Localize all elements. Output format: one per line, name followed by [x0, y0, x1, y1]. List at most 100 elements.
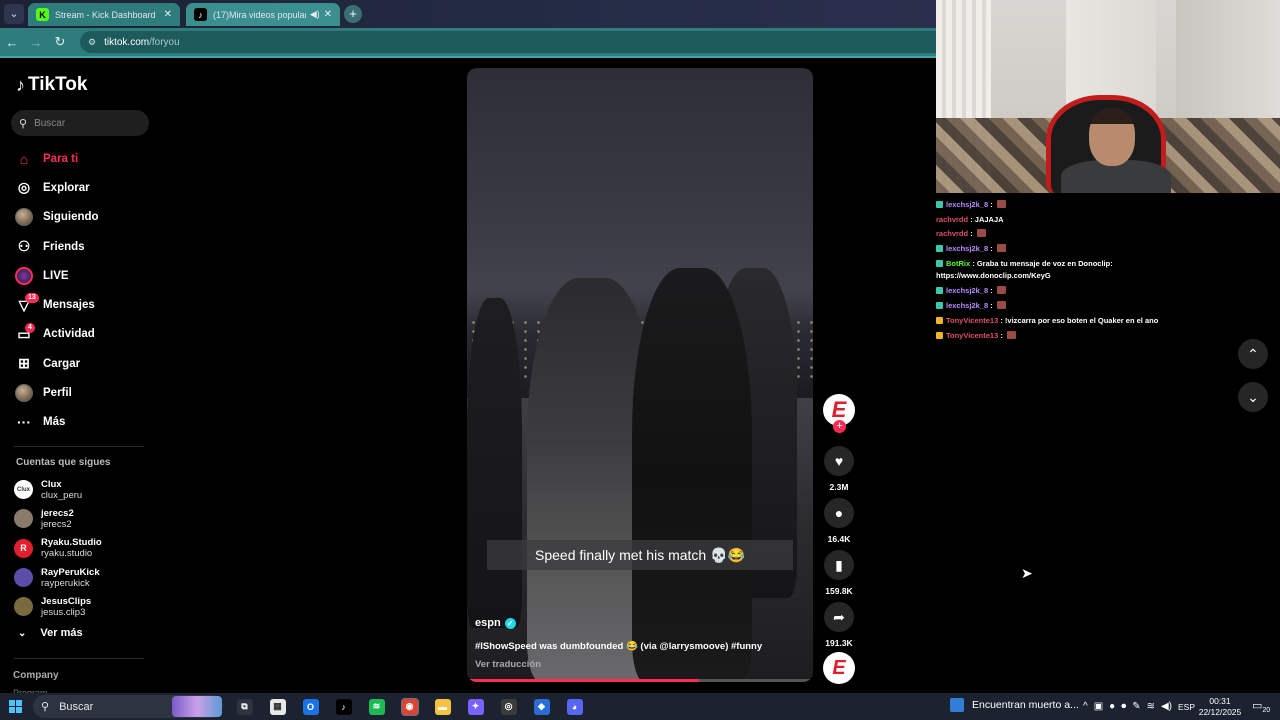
- following-item-ryaku[interactable]: R Ryaku.Studio ryaku.studio: [14, 534, 102, 563]
- chat-emote-icon: [976, 229, 986, 237]
- discord-icon[interactable]: ◕: [558, 693, 591, 720]
- see-more-button[interactable]: ⌄ Ver más: [18, 627, 83, 639]
- sidebar-item-siguiendo[interactable]: Siguiendo: [14, 203, 99, 232]
- following-handle: clux_peru: [41, 489, 83, 501]
- tray-app-icon[interactable]: ●: [1109, 701, 1115, 712]
- close-icon[interactable]: ✕: [164, 9, 172, 20]
- chat-username[interactable]: TonyVicente13: [946, 316, 998, 325]
- chat-username[interactable]: lexchsj2k_8: [946, 200, 988, 209]
- share-button[interactable]: ➦: [824, 602, 854, 632]
- chat-username[interactable]: lexchsj2k_8: [946, 301, 988, 310]
- following-item-jesusclips[interactable]: JesusClips jesus.clip3: [14, 592, 102, 621]
- tray-app-icon[interactable]: ▣: [1094, 701, 1103, 712]
- like-button[interactable]: ♥: [824, 446, 854, 476]
- following-item-clux[interactable]: Clux Clux clux_peru: [14, 475, 102, 504]
- music-disc-icon[interactable]: E: [823, 652, 855, 684]
- translate-link[interactable]: Ver traducción: [475, 659, 541, 670]
- tiktok-app-icon[interactable]: ♪: [327, 693, 360, 720]
- windows-start-icon[interactable]: [9, 700, 22, 713]
- obs-icon[interactable]: ◎: [492, 693, 525, 720]
- sidebar-item-live[interactable]: LIVE: [14, 261, 99, 290]
- company-link[interactable]: Company: [13, 670, 59, 681]
- explorer-icon[interactable]: ▬: [426, 693, 459, 720]
- chevron-down-icon: ⌄: [1247, 388, 1259, 405]
- clock-time: 00:31: [1209, 696, 1231, 706]
- sidebar-item-mas[interactable]: ··· Más: [14, 408, 99, 437]
- news-widget[interactable]: Encuentran muerto a...: [950, 698, 1079, 712]
- previous-video-button[interactable]: ⌃: [1238, 339, 1268, 369]
- avatar-icon: [14, 207, 34, 227]
- video-player[interactable]: Speed finally met his match 💀😂 espn ✓ #I…: [467, 68, 813, 682]
- pen-icon[interactable]: ✎: [1132, 701, 1140, 712]
- profile-icon: [14, 383, 34, 403]
- app-blue-icon[interactable]: ◆: [525, 693, 558, 720]
- heart-icon: ♥: [834, 453, 844, 469]
- outlook-icon[interactable]: O: [294, 693, 327, 720]
- taskbar-apps: ⧉ ▦ O ♪ ≋ ◉ ▬ ✦ ◎ ◆ ◕: [228, 693, 591, 720]
- toolbar-divider: [0, 56, 936, 58]
- verified-icon: ✓: [504, 617, 516, 629]
- chat-badge-icon: [936, 317, 943, 324]
- spotify-icon[interactable]: ≋: [360, 693, 393, 720]
- close-icon[interactable]: ✕: [324, 9, 332, 20]
- video-progress-bar[interactable]: [467, 679, 813, 682]
- sidebar-item-label: Actividad: [43, 328, 95, 341]
- clock[interactable]: 00:31 22/12/2025: [1196, 696, 1244, 718]
- url-host: tiktok.com: [104, 36, 150, 48]
- tab-title: Stream - Kick Dashboard: [55, 9, 156, 20]
- comment-button[interactable]: ●: [824, 498, 854, 528]
- wifi-icon[interactable]: ≋: [1147, 701, 1155, 712]
- chat-username[interactable]: BotRix: [946, 259, 970, 268]
- search-icon: ⚲: [19, 117, 28, 130]
- tab-kick-dashboard[interactable]: K Stream - Kick Dashboard ✕: [28, 3, 180, 26]
- sidebar-item-label: LIVE: [43, 269, 69, 282]
- tab-tiktok[interactable]: ♪ (17)Mira videos populares ◀) ✕: [186, 3, 340, 26]
- forward-button[interactable]: →: [24, 35, 48, 50]
- sidebar-item-actividad[interactable]: ▭ 4 Actividad: [14, 320, 99, 349]
- sidebar-item-explorar[interactable]: ◎ Explorar: [14, 173, 99, 202]
- microphone-icon[interactable]: ⏺: [1121, 701, 1126, 712]
- search-input[interactable]: ⚲ Buscar: [11, 110, 149, 136]
- new-tab-button[interactable]: +: [344, 5, 362, 23]
- task-view-icon[interactable]: ⧉: [228, 693, 261, 720]
- following-handle: jerecs2: [41, 518, 72, 530]
- chrome-icon[interactable]: ◉: [393, 693, 426, 720]
- like-count: 2.3M: [829, 482, 849, 492]
- video-author[interactable]: espn ✓: [475, 617, 516, 629]
- notification-button[interactable]: ▭20: [1252, 699, 1270, 714]
- save-button[interactable]: ▮: [824, 550, 854, 580]
- sidebar-item-label: Más: [43, 416, 66, 429]
- chat-username[interactable]: lexchsj2k_8: [946, 244, 988, 253]
- following-handle: jesus.clip3: [41, 606, 86, 618]
- sidebar-item-para-ti[interactable]: ⌂ Para ti: [14, 144, 99, 173]
- chat-emote-icon: [996, 286, 1006, 294]
- tray-chevron-icon[interactable]: ^: [1083, 701, 1088, 712]
- chat-username[interactable]: TonyVicente13: [946, 331, 998, 340]
- sidebar-item-friends[interactable]: ⚇ Friends: [14, 232, 99, 261]
- live-icon: [14, 266, 34, 286]
- following-item-jerecs2[interactable]: jerecs2 jerecs2: [14, 504, 102, 533]
- copilot-icon[interactable]: ✦: [459, 693, 492, 720]
- chat-username[interactable]: lexchsj2k_8: [946, 286, 988, 295]
- site-info-icon[interactable]: ⚙: [88, 37, 96, 48]
- sidebar-item-mensajes[interactable]: ▽ 13 Mensajes: [14, 290, 99, 319]
- tiktok-logo[interactable]: ♪ TikTok: [16, 74, 87, 96]
- reload-button[interactable]: ↻: [48, 34, 72, 50]
- language-indicator[interactable]: ESP: [1178, 702, 1195, 712]
- sidebar-item-perfil[interactable]: Perfil: [14, 378, 99, 407]
- chat-username[interactable]: rachvrdd: [936, 215, 968, 224]
- sidebar-item-cargar[interactable]: ⊞ Cargar: [14, 349, 99, 378]
- speaker-icon[interactable]: ◀): [310, 9, 320, 20]
- address-bar[interactable]: ⚙ tiktok.com/foryou: [80, 31, 936, 53]
- volume-icon[interactable]: ◀): [1161, 701, 1172, 712]
- following-name: RayPeruKick: [41, 566, 100, 578]
- chat-message: TonyVicente13 :: [936, 329, 1166, 344]
- store-icon[interactable]: ▦: [261, 693, 294, 720]
- following-item-rayperukick[interactable]: RayPeruKick rayperukick: [14, 563, 102, 592]
- follow-plus-icon[interactable]: +: [833, 420, 846, 433]
- search-highlight-image[interactable]: [172, 696, 222, 717]
- next-video-button[interactable]: ⌄: [1238, 382, 1268, 412]
- back-button[interactable]: ←: [0, 35, 24, 50]
- tab-search-button[interactable]: ⌄: [4, 4, 24, 24]
- chat-username[interactable]: rachvrdd: [936, 229, 968, 238]
